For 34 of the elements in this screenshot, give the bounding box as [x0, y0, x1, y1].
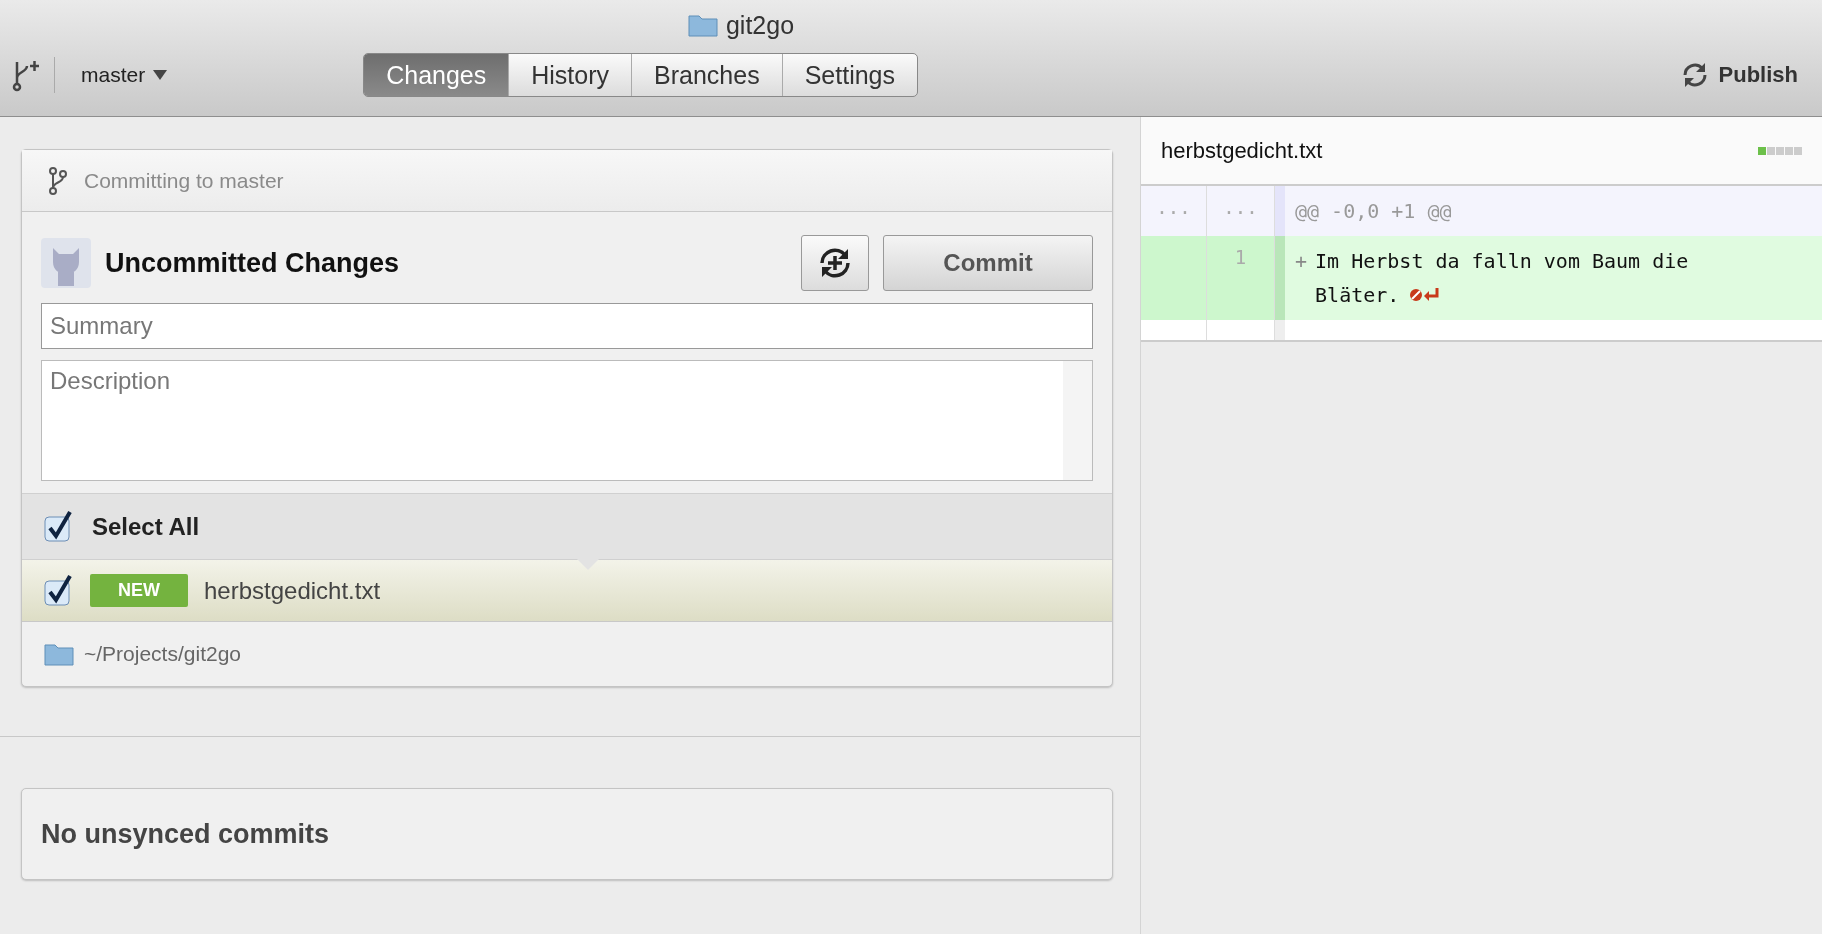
folder-icon: [687, 13, 718, 37]
publish-button[interactable]: Publish: [1674, 60, 1804, 90]
line-number: 1: [1207, 236, 1275, 320]
branch-dropdown[interactable]: master: [75, 59, 174, 91]
tab[interactable]: Branches: [632, 54, 783, 96]
new-badge: NEW: [90, 574, 188, 607]
tab[interactable]: Changes: [364, 54, 510, 96]
checkbox[interactable]: [44, 510, 74, 543]
panel-title: Uncommitted Changes: [105, 247, 401, 279]
commit-target-label: Committing to master: [84, 168, 284, 193]
file-row[interactable]: NEW herbstgedicht.txt: [22, 560, 1112, 622]
tab[interactable]: Settings: [782, 54, 918, 96]
summary-field[interactable]: Summary: [41, 303, 1093, 349]
line-number: ...: [1141, 186, 1207, 236]
caret-icon: [153, 70, 168, 80]
added-marker: +: [1295, 248, 1308, 275]
folder-icon: [44, 642, 74, 666]
diff-file-name: herbstgedicht.txt: [1161, 137, 1324, 164]
repository-path: ~/Projects/git2go: [84, 642, 241, 666]
description-field[interactable]: Description: [41, 360, 1093, 481]
window-title: git2go: [725, 10, 795, 40]
avatar-icon: [41, 238, 91, 288]
line-text: @@ -0,0 +1 @@: [1295, 198, 1453, 225]
branch-icon: [48, 166, 68, 195]
line-text: Im Herbst da falln vom Baum die Bläter.: [1315, 248, 1690, 309]
line-number: ...: [1207, 186, 1275, 236]
sync-add-button[interactable]: [801, 235, 869, 291]
sync-status: No unsynced commits: [41, 818, 330, 850]
checkbox[interactable]: [44, 574, 74, 607]
tab[interactable]: History: [509, 54, 633, 96]
commit-button[interactable]: Commit: [883, 235, 1093, 291]
add-branch-icon[interactable]: [10, 58, 40, 92]
file-name: herbstgedicht.txt: [204, 576, 381, 605]
select-all-label: Select All: [92, 512, 200, 541]
